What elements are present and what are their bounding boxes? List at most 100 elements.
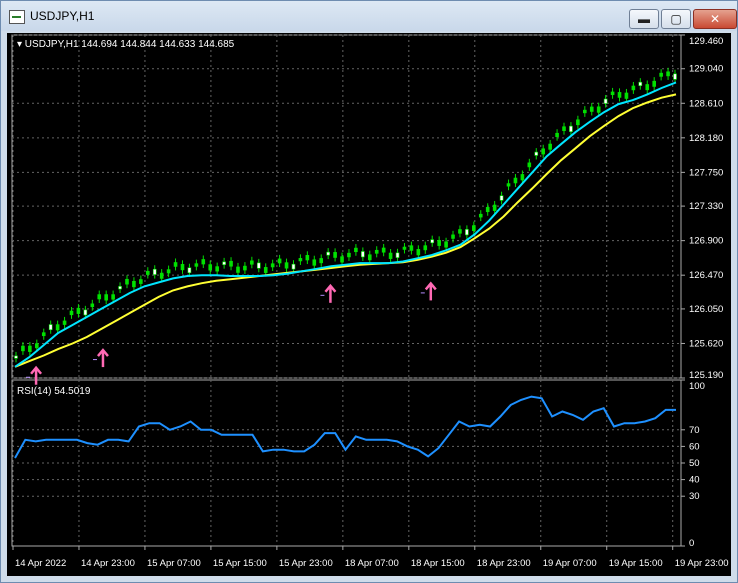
maximize-button[interactable]: ▢ [661, 9, 691, 29]
candle-body [97, 294, 102, 300]
candle-body [139, 279, 143, 284]
time-tick-label: 19 Apr 23:00 [675, 558, 729, 569]
chart-area[interactable]: 129.460 129.040 128.610 128.180 127.750 127.3… [7, 33, 731, 576]
price-tick-label: 126.900 [689, 236, 723, 247]
rsi-axis: 100 70 60 50 40 30 0 [681, 379, 705, 549]
price-tick-label: 129.460 [689, 36, 723, 47]
candle-body [631, 85, 636, 91]
price-axis: 129.460 129.040 128.610 128.180 127.750 127.3… [681, 34, 723, 381]
candle-body [256, 262, 261, 269]
time-tick-label: 18 Apr 07:00 [345, 558, 399, 569]
candle-body [610, 91, 615, 96]
candle-body [361, 251, 365, 258]
candle-body [28, 345, 32, 352]
candle-body [430, 239, 435, 244]
candle-body [146, 270, 150, 275]
candle-body [118, 286, 122, 290]
candle-body [485, 207, 490, 213]
candle-body [478, 213, 483, 218]
candle-body [583, 109, 587, 114]
rsi-tick-label: 0 [689, 538, 694, 549]
candle-body [617, 92, 622, 98]
price-tick-label: 128.180 [689, 133, 723, 144]
candle-body [465, 229, 469, 236]
time-tick-label: 15 Apr 07:00 [147, 558, 201, 569]
time-tick-label: 14 Apr 2022 [15, 558, 66, 569]
time-tick-label: 18 Apr 15:00 [411, 558, 465, 569]
time-tick-label: 14 Apr 23:00 [81, 558, 135, 569]
time-axis: 14 Apr 2022 14 Apr 23:00 15 Apr 07:00 15 Ap… [12, 546, 729, 569]
candle-body [589, 106, 594, 112]
candle-body [250, 260, 254, 265]
candle-body [492, 204, 497, 211]
rsi-tick-label: 40 [689, 475, 700, 486]
candle-body [381, 247, 386, 253]
candle-body [41, 332, 46, 337]
candle-body [69, 310, 74, 316]
chart-svg: 129.460 129.040 128.610 128.180 127.750 127.3… [11, 34, 729, 569]
candles-layer [14, 67, 677, 363]
candle-body [229, 260, 233, 267]
candle-body [499, 195, 504, 201]
candle-body [562, 126, 566, 132]
candle-body [35, 343, 39, 349]
candle-body [645, 84, 650, 91]
candle-body [83, 309, 88, 316]
time-tick-label: 18 Apr 23:00 [477, 558, 531, 569]
candle-body [534, 151, 539, 156]
candle-body [201, 259, 206, 265]
candle-body [173, 262, 178, 267]
rsi-label: RSI(14) 54.5019 [17, 386, 91, 397]
candle-body [548, 143, 552, 150]
price-tick-label: 127.330 [689, 201, 723, 212]
candle-body [263, 267, 268, 273]
candle-body [652, 80, 656, 87]
candle-body [624, 92, 629, 99]
time-tick-label: 19 Apr 15:00 [609, 558, 663, 569]
candle-body [291, 263, 296, 270]
candle-body [409, 245, 414, 251]
candle-body [340, 256, 344, 263]
candle-body [222, 261, 226, 265]
rsi-tick-label: 50 [689, 458, 700, 469]
candle-body [513, 177, 518, 184]
rsi-tick-label: 70 [689, 425, 700, 436]
candle-body [152, 268, 157, 275]
price-tick-label: 127.750 [689, 167, 723, 178]
candle-body [14, 355, 18, 359]
candle-body [527, 162, 532, 168]
chart-window: USDJPY,H1 ▬ ▢ ✕ 129.460 129.040 128.610 128… [0, 0, 738, 583]
candle-body [277, 258, 282, 264]
signal-arrows [26, 281, 437, 385]
ma-slow-line [14, 93, 677, 368]
candle-body [76, 307, 81, 314]
candle-body [437, 240, 441, 246]
title-bar[interactable]: USDJPY,H1 ▬ ▢ ✕ [1, 1, 737, 31]
candle-body [374, 249, 379, 254]
candle-body [347, 252, 351, 258]
candle-body [569, 125, 573, 132]
candle-body [305, 255, 310, 261]
minimize-button[interactable]: ▬ [629, 9, 659, 29]
candle-body [506, 183, 511, 187]
candle-body [555, 132, 559, 137]
candle-body [388, 252, 393, 259]
rsi-tick-label: 100 [689, 381, 705, 392]
candle-body [125, 278, 129, 285]
candle-body [312, 259, 317, 266]
candle-body [270, 263, 275, 268]
close-button[interactable]: ✕ [693, 9, 737, 29]
candle-body [21, 345, 25, 352]
candle-body [472, 225, 476, 232]
price-tick-label: 128.610 [689, 98, 723, 109]
candle-body [596, 106, 601, 113]
candle-body [541, 148, 546, 155]
candle-body [180, 264, 185, 271]
candle-body [666, 71, 670, 77]
price-tick-label: 126.050 [689, 304, 723, 315]
candle-body [333, 252, 337, 258]
candle-body [194, 263, 199, 267]
candle-body [236, 266, 240, 273]
candle-body [458, 229, 462, 234]
price-tick-label: 126.470 [689, 270, 723, 281]
